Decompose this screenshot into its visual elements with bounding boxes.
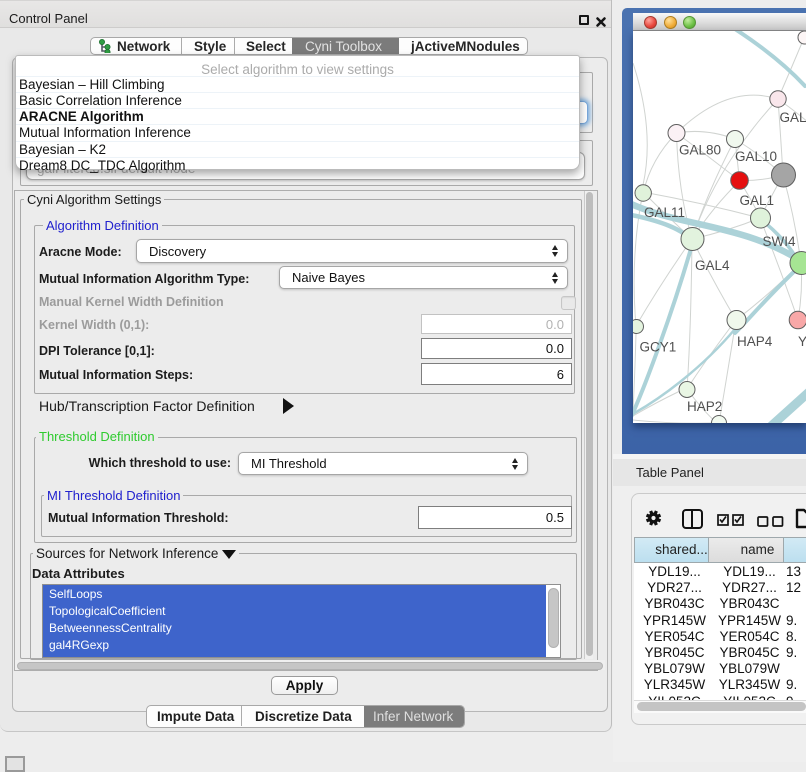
svg-text:SWI4: SWI4 [763, 234, 796, 249]
svg-text:HAP2: HAP2 [687, 399, 722, 414]
svg-text:GAL1: GAL1 [740, 193, 775, 208]
svg-text:GAL11: GAL11 [644, 205, 685, 220]
svg-text:HAP4: HAP4 [737, 334, 773, 349]
svg-text:GAL80: GAL80 [679, 143, 721, 158]
svg-text:GAL10: GAL10 [735, 149, 777, 164]
svg-text:YJ: YJ [798, 334, 806, 349]
svg-text:GCY1: GCY1 [640, 340, 677, 355]
svg-text:GAL7: GAL7 [780, 110, 806, 125]
svg-text:GAL4: GAL4 [695, 258, 730, 273]
